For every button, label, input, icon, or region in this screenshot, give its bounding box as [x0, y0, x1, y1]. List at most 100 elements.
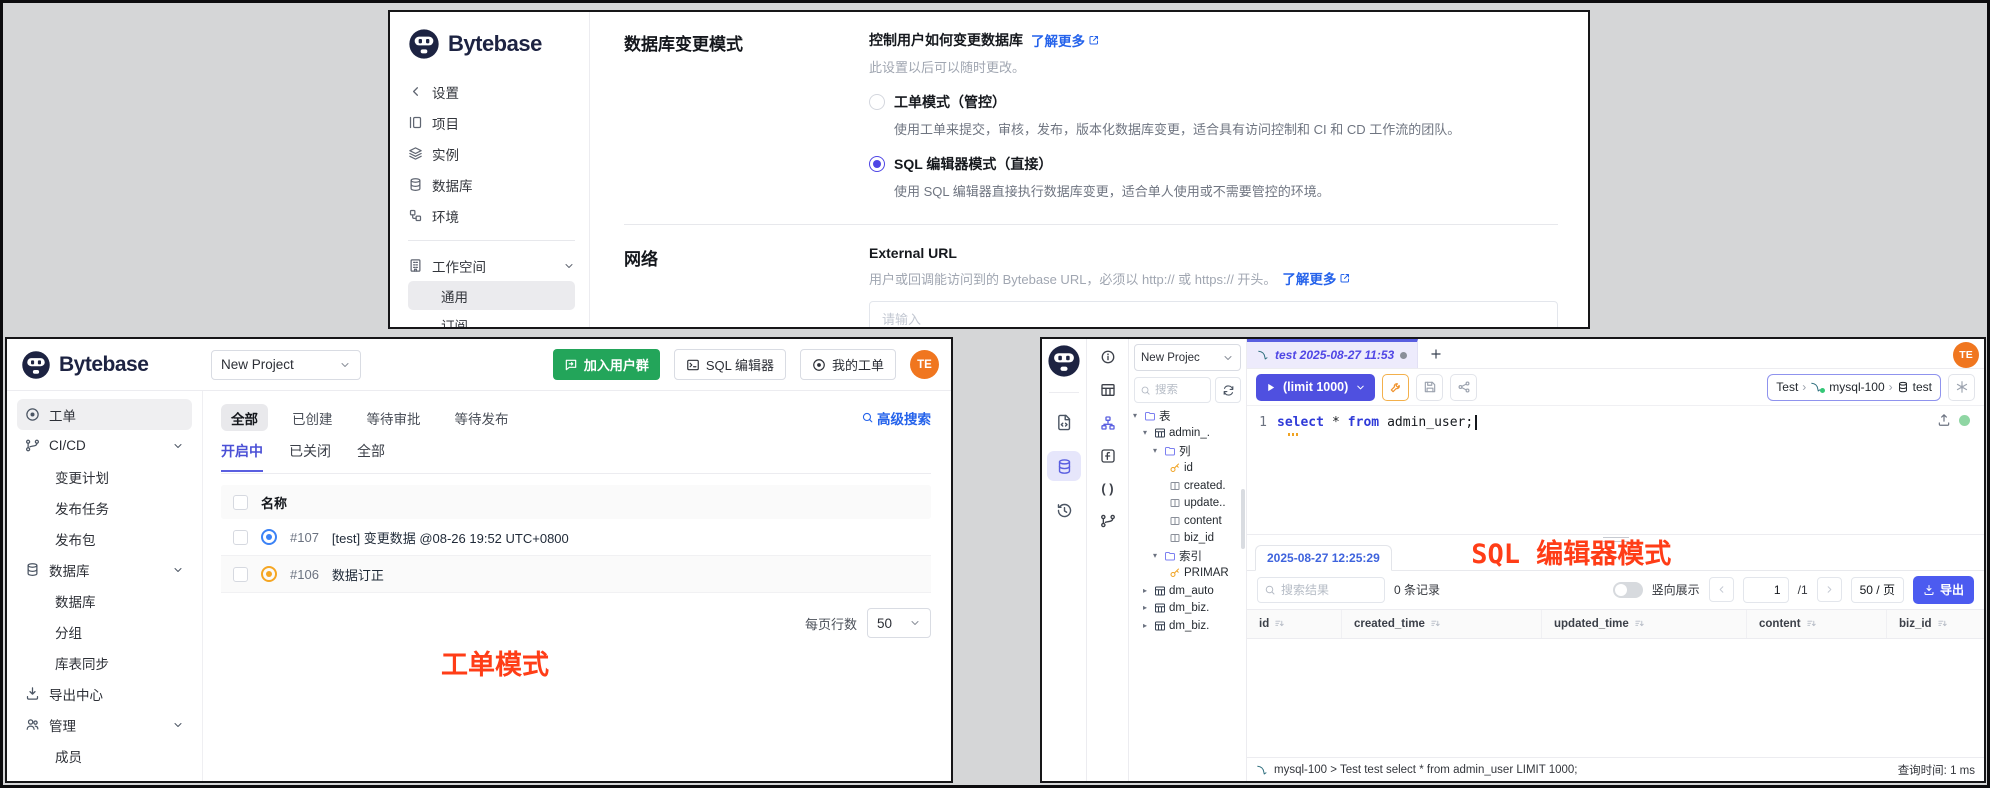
column-header-biz-id[interactable]: biz_id — [1887, 610, 1984, 638]
tree-node-column-content[interactable]: content — [1133, 512, 1246, 530]
sidebar-item-release-tasks[interactable]: 发布任务 — [17, 492, 192, 523]
column-header-content[interactable]: content — [1747, 610, 1887, 638]
result-tab[interactable]: 2025-08-27 12:25:29 — [1255, 545, 1392, 571]
learn-more-link[interactable]: 了解更多 — [1031, 30, 1100, 50]
procedure-icon[interactable]: ( ) — [1101, 481, 1113, 496]
run-query-button[interactable]: (limit 1000) — [1256, 374, 1375, 401]
table-icon[interactable] — [1100, 382, 1116, 398]
row-checkbox[interactable] — [233, 530, 248, 545]
result-search-box[interactable] — [1257, 577, 1385, 603]
sidebar-item-general[interactable]: 通用 — [408, 281, 575, 310]
column-header-id[interactable]: id — [1247, 610, 1342, 638]
tree-node-column-updated[interactable]: update.. — [1133, 495, 1246, 513]
column-header-created-time[interactable]: created_time — [1342, 610, 1542, 638]
prev-page-button[interactable] — [1709, 577, 1734, 602]
page-size-select[interactable]: 50 — [867, 608, 931, 638]
issue-row[interactable]: #107 [test] 变更数据 @08-26 19:52 UTC+0800 — [221, 519, 931, 556]
bytebase-logo[interactable]: Bytebase — [21, 350, 197, 380]
issue-row[interactable]: #106 数据订正 — [221, 556, 931, 593]
filter-tab-pending-approval[interactable]: 等待审批 — [357, 404, 431, 431]
tree-node-indexes-folder[interactable]: ▾索引 — [1133, 547, 1246, 565]
result-search-input[interactable] — [1281, 583, 1361, 597]
select-all-checkbox[interactable] — [233, 495, 248, 510]
upload-icon[interactable] — [1937, 413, 1951, 427]
sidebar-back-settings[interactable]: 设置 — [408, 76, 575, 107]
sidebar-item-release-packages[interactable]: 发布包 — [17, 523, 192, 554]
tree-node-table-dm-auto[interactable]: ▸dm_auto — [1133, 582, 1246, 600]
tree-node-columns-folder[interactable]: ▾列 — [1133, 442, 1246, 460]
format-wrench-button[interactable] — [1382, 374, 1409, 401]
export-button[interactable]: 导出 — [1913, 576, 1974, 604]
tree-node-table-admin[interactable]: ▾admin_. — [1133, 425, 1246, 443]
share-button[interactable] — [1450, 374, 1477, 401]
sidebar-item-environments[interactable]: 环境 — [408, 200, 575, 231]
editor-project-select[interactable]: New Projec — [1134, 344, 1241, 371]
sidebar-item-webhook[interactable]: Webhook — [17, 771, 192, 781]
sidebar-item-databases[interactable]: 数据库 — [408, 169, 575, 200]
info-icon[interactable] — [1100, 349, 1116, 365]
tree-node-table-dm-biz2[interactable]: ▸dm_biz. — [1133, 617, 1246, 635]
filter-tab-all[interactable]: 全部 — [221, 404, 268, 431]
vertical-display-toggle[interactable] — [1613, 582, 1643, 598]
sidebar-item-databases[interactable]: 数据库 — [17, 585, 192, 616]
save-button[interactable] — [1416, 374, 1443, 401]
tree-node-column-biz-id[interactable]: biz_id — [1133, 530, 1246, 548]
tree-node-tables-folder[interactable]: ▾表 — [1133, 407, 1246, 425]
function-icon[interactable] — [1100, 448, 1116, 464]
worksheets-rail-button[interactable] — [1047, 407, 1081, 437]
sidebar-item-projects[interactable]: 项目 — [408, 107, 575, 138]
status-tab-closed[interactable]: 已关闭 — [289, 441, 331, 470]
ai-assistant-button[interactable] — [1948, 374, 1975, 401]
learn-more-link[interactable]: 了解更多 — [1282, 268, 1351, 288]
tree-node-table-dm-biz[interactable]: ▸dm_biz. — [1133, 600, 1246, 618]
code-editor[interactable]: 1 select * from admin_user; SQL 编辑器模式 — [1247, 406, 1984, 534]
status-tab-open[interactable]: 开启中 — [221, 441, 263, 472]
schema-diagram-icon[interactable] — [1100, 415, 1116, 431]
row-checkbox[interactable] — [233, 567, 248, 582]
filter-tab-created[interactable]: 已创建 — [282, 404, 343, 431]
worksheet-tab[interactable]: test 2025-08-27 11:53 — [1247, 339, 1418, 368]
sidebar-group-cicd[interactable]: CI/CD — [17, 430, 192, 461]
sidebar-item-export-center[interactable]: 导出中心 — [17, 678, 192, 709]
tree-node-column-id[interactable]: id — [1133, 460, 1246, 478]
advanced-search-link[interactable]: 高级搜索 — [861, 408, 931, 428]
sidebar-group-admin[interactable]: 管理 — [17, 709, 192, 740]
tree-refresh-button[interactable] — [1215, 377, 1241, 403]
sidebar-item-subscription[interactable]: 订阅 — [408, 310, 575, 327]
join-community-button[interactable]: 加入用户群 — [553, 349, 660, 380]
branch-icon[interactable] — [1100, 513, 1116, 529]
status-tab-all[interactable]: 全部 — [357, 441, 385, 470]
bytebase-logo-icon[interactable] — [1047, 344, 1081, 378]
column-header-updated-time[interactable]: updated_time — [1542, 610, 1747, 638]
sidebar-item-groups[interactable]: 分组 — [17, 616, 192, 647]
sidebar-item-schema-sync[interactable]: 库表同步 — [17, 647, 192, 678]
my-issues-button[interactable]: 我的工单 — [800, 349, 896, 380]
filter-tab-pending-release[interactable]: 等待发布 — [445, 404, 519, 431]
sidebar-group-workspace[interactable]: 工作空间 — [408, 250, 575, 281]
history-rail-button[interactable] — [1047, 495, 1081, 525]
next-page-button[interactable] — [1817, 577, 1842, 602]
sidebar-group-database[interactable]: 数据库 — [17, 554, 192, 585]
avatar[interactable]: TE — [1953, 342, 1979, 368]
tree-node-primary-key[interactable]: PRIMAR — [1133, 565, 1246, 583]
tree-search-box[interactable] — [1134, 377, 1211, 403]
radio-issue-mode[interactable] — [869, 94, 885, 110]
avatar[interactable]: TE — [910, 350, 939, 379]
result-page-size-select[interactable]: 50 / 页 — [1851, 577, 1904, 603]
bytebase-logo[interactable]: Bytebase — [408, 28, 575, 60]
project-select[interactable]: New Project — [211, 350, 361, 380]
database-rail-button[interactable] — [1047, 451, 1081, 481]
connection-breadcrumb[interactable]: Test › mysql-100 › test — [1767, 374, 1941, 401]
radio-sql-editor-mode[interactable] — [869, 156, 885, 172]
sidebar-item-issues[interactable]: 工单 — [17, 399, 192, 430]
new-tab-button[interactable] — [1418, 339, 1454, 368]
sidebar-item-instances[interactable]: 实例 — [408, 138, 575, 169]
tree-scrollbar[interactable] — [1241, 489, 1245, 549]
sidebar-item-members[interactable]: 成员 — [17, 740, 192, 771]
sql-editor-button[interactable]: SQL 编辑器 — [674, 349, 786, 380]
page-number-input[interactable]: 1 — [1743, 577, 1789, 603]
external-url-input[interactable] — [869, 301, 1558, 327]
tree-search-input[interactable] — [1155, 384, 1195, 396]
tree-node-column-created[interactable]: created. — [1133, 477, 1246, 495]
sidebar-item-change-plans[interactable]: 变更计划 — [17, 461, 192, 492]
